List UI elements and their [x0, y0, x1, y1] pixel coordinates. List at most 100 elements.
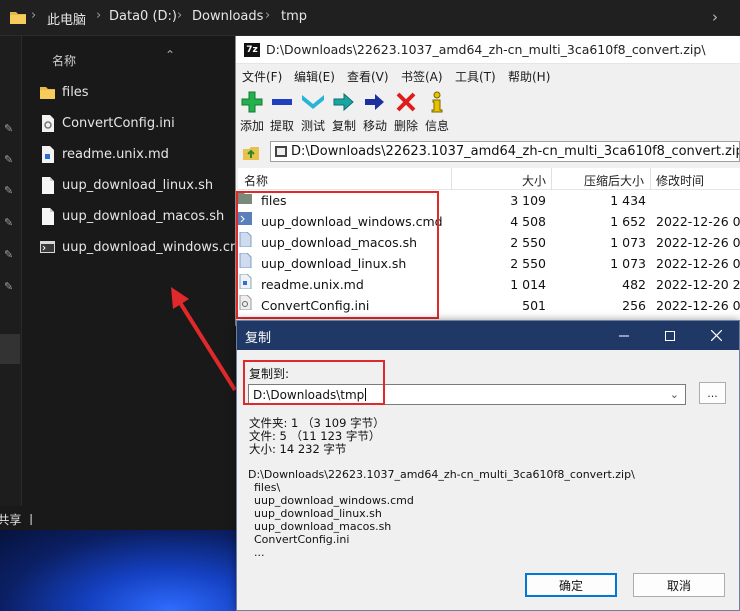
breadcrumb-tmp[interactable]: tmp [281, 9, 307, 24]
list-item[interactable]: uup_download_windows.cmd [40, 235, 251, 259]
list-item: uup_download_windows.cmd [254, 494, 414, 507]
row-packed: 1 434 [610, 193, 646, 208]
ini-file-icon [42, 114, 54, 132]
row-packed: 482 [622, 277, 646, 292]
column-size-header[interactable]: 大小 [522, 172, 546, 189]
menu-help[interactable]: 帮助(H) [508, 68, 550, 85]
pin-icon[interactable]: ✎ [4, 280, 16, 293]
menu-bookmarks[interactable]: 书签(A) [401, 68, 443, 85]
pin-icon[interactable]: ✎ [4, 153, 16, 166]
file-name: files [62, 84, 89, 100]
menu-edit[interactable]: 编辑(E) [294, 68, 335, 85]
title-bar[interactable]: 7z D:\Downloads\22623.1037_amd64_zh-cn_m… [236, 36, 740, 64]
info-icon [431, 91, 443, 113]
column-name-header[interactable]: 名称 [244, 172, 268, 189]
column-name-header[interactable]: 名称 [52, 52, 76, 69]
explorer-column-header[interactable]: 名称 ⌃ [22, 44, 236, 74]
row-modified: 2022-12-26 0 [656, 235, 740, 250]
menu-bar: 文件(F) 编辑(E) 查看(V) 书签(A) 工具(T) 帮助(H) [236, 64, 740, 86]
pin-icon[interactable]: ✎ [4, 122, 16, 135]
close-button[interactable] [693, 321, 739, 350]
cancel-button[interactable]: 取消 [633, 573, 725, 597]
list-item[interactable]: uup_download_linux.sh [40, 173, 213, 197]
row-modified: 2022-12-26 0 [656, 298, 740, 313]
add-icon [241, 91, 263, 113]
row-modified: 2022-12-26 0 [656, 256, 740, 271]
copy-arrow-icon [333, 92, 354, 112]
breadcrumb-separator: › [96, 8, 102, 23]
row-size: 1 014 [510, 277, 546, 292]
column-modified-header[interactable]: 修改时间 [656, 172, 704, 189]
sh-file-icon [42, 176, 54, 194]
maximize-button[interactable] [647, 321, 693, 350]
path-text: D:\Downloads\22623.1037_amd64_zh-cn_mult… [291, 144, 740, 159]
list-item[interactable]: files [40, 80, 89, 104]
red-arrow-annotation [171, 287, 237, 392]
browse-button[interactable]: ... [699, 382, 726, 404]
breadcrumb-this-pc[interactable]: 此电脑 [47, 9, 86, 28]
list-item: uup_download_linux.sh [254, 507, 382, 520]
minimize-button[interactable] [601, 321, 647, 350]
move-arrow-icon [365, 94, 384, 110]
ok-button[interactable]: 确定 [525, 573, 617, 597]
row-size: 2 550 [510, 256, 546, 271]
dialog-title-bar[interactable]: 复制 [237, 321, 739, 350]
list-item[interactable]: uup_download_macos.sh [40, 204, 224, 228]
test-button[interactable]: 测试 [298, 90, 328, 134]
row-packed: 256 [622, 298, 646, 313]
pin-icon[interactable]: ✎ [4, 216, 16, 229]
sh-file-icon [42, 207, 54, 225]
add-button[interactable]: 添加 [237, 90, 267, 134]
chevron-right-icon[interactable]: › [712, 8, 718, 26]
file-name: readme.unix.md [62, 146, 169, 162]
highlight-box-file-list [236, 191, 439, 319]
cmd-file-icon [40, 240, 55, 253]
up-folder-icon[interactable] [242, 143, 260, 161]
column-divider[interactable] [451, 168, 452, 190]
row-size: 3 109 [510, 193, 546, 208]
dialog-title: 复制 [245, 331, 272, 346]
delete-button[interactable]: 删除 [391, 90, 421, 134]
file-name: uup_download_windows.cmd [62, 239, 251, 255]
delete-x-icon [396, 92, 416, 112]
breadcrumb-downloads[interactable]: Downloads [192, 9, 263, 24]
column-divider[interactable] [551, 168, 552, 190]
chevron-down-icon[interactable]: ⌄ [670, 388, 679, 401]
row-modified: 2022-12-20 2 [656, 277, 740, 292]
row-modified: 2022-12-26 0 [656, 214, 740, 229]
row-size: 4 508 [510, 214, 546, 229]
column-divider[interactable] [650, 168, 651, 190]
pin-icon[interactable]: ✎ [4, 248, 16, 261]
menu-file[interactable]: 文件(F) [242, 68, 282, 85]
row-size: 501 [522, 298, 546, 313]
window-title: D:\Downloads\22623.1037_amd64_zh-cn_mult… [266, 42, 706, 57]
address-bar[interactable]: › 此电脑 › Data0 (D:) › Downloads › tmp › [0, 0, 740, 36]
nav-selected-item[interactable] [0, 334, 20, 364]
file-name: ConvertConfig.ini [62, 115, 175, 131]
list-column-header: 名称 大小 压缩后大小 修改时间 [238, 168, 740, 190]
list-item: uup_download_macos.sh [254, 520, 392, 533]
menu-tools[interactable]: 工具(T) [455, 68, 496, 85]
column-packed-header[interactable]: 压缩后大小 [584, 172, 644, 189]
list-item: ConvertConfig.ini [254, 533, 350, 546]
status-bar: l共享 丨 [0, 506, 235, 530]
move-button[interactable]: 移动 [360, 90, 390, 134]
archive-icon [275, 146, 287, 157]
breadcrumb-drive[interactable]: Data0 (D:) [109, 9, 177, 24]
info-button[interactable]: 信息 [422, 90, 452, 134]
info-size: 大小: 14 232 字节 [249, 442, 347, 456]
path-input[interactable]: D:\Downloads\22623.1037_amd64_zh-cn_mult… [270, 141, 740, 162]
7zip-logo-icon: 7z [244, 43, 260, 57]
copy-button[interactable]: 复制 [329, 90, 359, 134]
list-item[interactable]: readme.unix.md [40, 142, 169, 166]
breadcrumb-separator: › [31, 8, 37, 23]
menu-view[interactable]: 查看(V) [347, 68, 389, 85]
close-icon [710, 330, 722, 341]
file-name: uup_download_macos.sh [62, 208, 225, 224]
highlight-box-destination [243, 360, 385, 405]
extract-button[interactable]: 提取 [267, 90, 297, 134]
list-item[interactable]: ConvertConfig.ini [40, 111, 175, 135]
minus-icon [272, 99, 292, 105]
desktop-wallpaper [0, 530, 236, 611]
pin-icon[interactable]: ✎ [4, 184, 16, 197]
